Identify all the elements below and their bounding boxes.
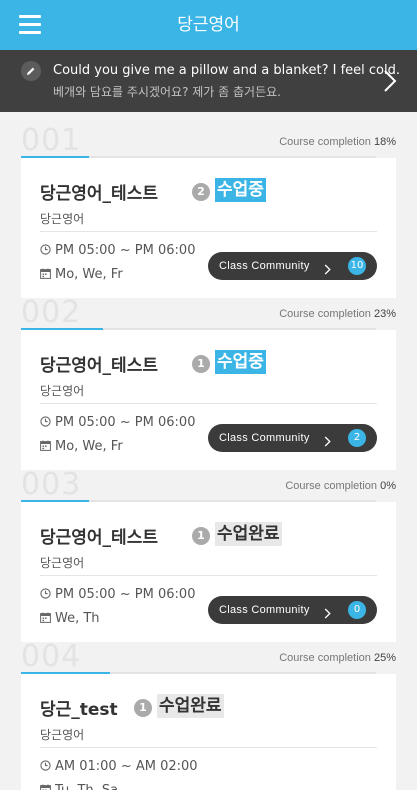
clock-icon [40, 244, 51, 259]
top-bar: 당근영어 [0, 0, 417, 50]
course-subtitle: 당근영어 [40, 212, 85, 226]
course-title: 당근영어_테스트 [40, 528, 158, 548]
class-community-label: Class Community [219, 604, 310, 616]
community-count-badge: 10 [348, 257, 366, 275]
calendar-icon [40, 268, 51, 283]
course-card[interactable]: 당근영어_테스트 2 수업중 당근영어 PM 05:00 ~ PM 06:00 … [21, 158, 396, 298]
community-count-badge: 2 [348, 429, 366, 447]
lesson-count-badge: 2 [192, 183, 210, 201]
class-time: AM 01:00 ~ AM 02:00 [40, 759, 198, 775]
class-community-label: Class Community [219, 260, 310, 272]
course-title: 당근영어_테스트 [40, 356, 158, 376]
divider [40, 231, 377, 232]
course-completion: Course completion 0% [285, 480, 396, 492]
class-status-badge: 수업중 [215, 350, 266, 374]
course-completion: Course completion 18% [279, 136, 396, 148]
lesson-count-badge: 1 [192, 355, 210, 373]
clock-icon [40, 416, 51, 431]
class-time: PM 05:00 ~ PM 06:00 [40, 587, 195, 603]
class-community-label: Class Community [219, 432, 310, 444]
class-days: We, Th [40, 611, 100, 627]
chevron-right-icon [324, 604, 331, 623]
class-days: Mo, We, Fr [40, 267, 123, 283]
course-number: 002 [21, 295, 82, 330]
lesson-count-badge: 1 [134, 699, 152, 717]
course-number: 001 [21, 123, 82, 158]
course-title: 당근_test [40, 700, 118, 720]
course-subtitle: 당근영어 [40, 556, 85, 570]
class-time: PM 05:00 ~ PM 06:00 [40, 415, 195, 431]
calendar-icon [40, 612, 51, 627]
course-subtitle: 당근영어 [40, 384, 85, 398]
community-count-badge: 0 [348, 601, 366, 619]
divider [40, 403, 377, 404]
chevron-right-icon [324, 260, 331, 279]
class-status-badge: 수업중 [215, 178, 266, 202]
divider [40, 747, 377, 748]
course-number: 004 [21, 639, 82, 674]
app-title: 당근영어 [177, 15, 240, 35]
banner-korean-text: 베개와 담요를 주시겠어요? 제가 좀 춥거든요. [53, 85, 281, 99]
clock-icon [40, 588, 51, 603]
class-status-badge: 수업완료 [157, 694, 224, 718]
daily-sentence-banner[interactable]: Could you give me a pillow and a blanket… [0, 50, 417, 112]
course-card[interactable]: 당근_test 1 수업완료 당근영어 AM 01:00 ~ AM 02:00 … [21, 674, 396, 790]
course-subtitle: 당근영어 [40, 728, 85, 742]
course-completion: Course completion 25% [279, 652, 396, 664]
chevron-right-icon [324, 432, 331, 451]
calendar-icon [40, 784, 51, 790]
class-community-button[interactable]: Class Community 2 [208, 424, 377, 452]
class-time: PM 05:00 ~ PM 06:00 [40, 243, 195, 259]
banner-english-text: Could you give me a pillow and a blanket… [53, 63, 401, 78]
class-community-button[interactable]: Class Community 10 [208, 252, 377, 280]
class-community-button[interactable]: Class Community 0 [208, 596, 377, 624]
course-card[interactable]: 당근영어_테스트 1 수업중 당근영어 PM 05:00 ~ PM 06:00 … [21, 330, 396, 470]
class-days: Mo, We, Fr [40, 439, 123, 455]
calendar-icon [40, 440, 51, 455]
clock-icon [40, 760, 51, 775]
lesson-count-badge: 1 [192, 527, 210, 545]
pencil-icon [21, 61, 41, 81]
course-number: 003 [21, 467, 82, 502]
chevron-right-icon[interactable] [383, 69, 397, 97]
class-status-badge: 수업완료 [215, 522, 282, 546]
course-completion: Course completion 23% [279, 308, 396, 320]
course-title: 당근영어_테스트 [40, 184, 158, 204]
course-card[interactable]: 당근영어_테스트 1 수업완료 당근영어 PM 05:00 ~ PM 06:00… [21, 502, 396, 642]
class-days: Tu, Th, Sa [40, 783, 118, 790]
divider [40, 575, 377, 576]
